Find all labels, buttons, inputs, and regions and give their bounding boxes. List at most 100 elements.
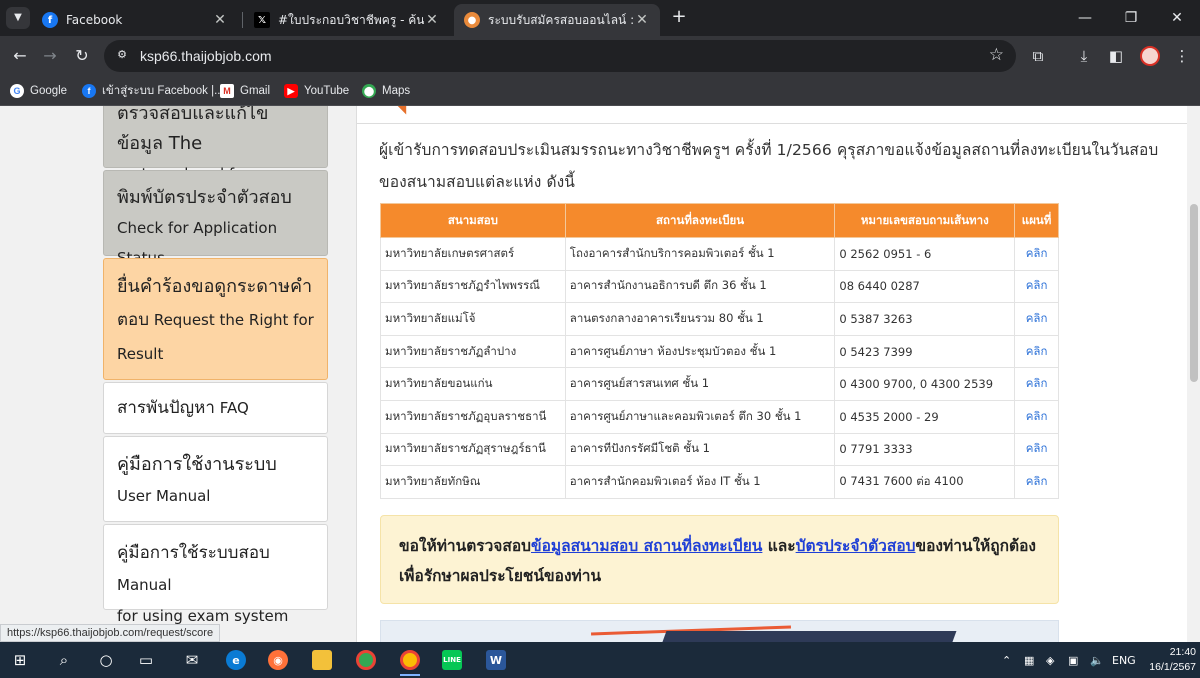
line-icon[interactable]: LINE [432, 644, 472, 676]
extensions-icon[interactable]: ⧉ [1026, 44, 1050, 68]
side-panel-icon[interactable]: ◧ [1104, 44, 1128, 68]
bookmark-label: YouTube [304, 85, 350, 97]
scrollbar-thumb[interactable] [1190, 204, 1198, 382]
tab-x-search[interactable]: 𝕏 #ใบประกอบวิชาชีพครู - ค้นหา / X ✕ [244, 4, 450, 36]
sidebar-item-label-cont: ตอบ [117, 310, 150, 330]
registration-place-cell: โถงอาคารสำนักบริการคอมพิวเตอร์ ชั้น 1 [564, 237, 836, 271]
network-icon[interactable]: ▦ [1024, 642, 1034, 678]
minimize-icon[interactable]: — [1062, 0, 1108, 36]
notice-box: ขอให้ท่านตรวจสอบข้อมูลสนามสอบ สถานที่ลงท… [380, 515, 1059, 604]
map-cell: คลิก [1014, 237, 1059, 271]
bookmark-gmail[interactable]: M Gmail [220, 81, 270, 101]
bookmark-google[interactable]: G Google [10, 81, 67, 101]
close-window-icon[interactable]: ✕ [1154, 0, 1200, 36]
divider [357, 123, 1187, 124]
map-link[interactable]: คลิก [1026, 278, 1048, 292]
file-explorer-icon[interactable] [302, 644, 342, 676]
sidebar-item-label: สารพันปัญหา [117, 398, 215, 418]
sidebar-item-faq[interactable]: สารพันปัญหา FAQ [103, 382, 328, 434]
map-link[interactable]: คลิก [1026, 376, 1048, 390]
windows-start-icon[interactable]: ⊞ [0, 644, 40, 676]
column-header: สนามสอบ [380, 203, 566, 238]
phone-cell: 08 6440 0287 [834, 269, 1016, 304]
bookmark-youtube[interactable]: ▶ YouTube [284, 81, 349, 101]
close-icon[interactable]: ✕ [212, 12, 228, 28]
word-icon[interactable]: W [476, 644, 516, 676]
new-tab-button[interactable]: + [668, 6, 690, 28]
map-link[interactable]: คลิก [1026, 409, 1048, 423]
venue-name-cell: มหาวิทยาลัยแม่โจ้ [380, 302, 566, 336]
bookmark-label: Gmail [240, 85, 271, 97]
venue-info-link[interactable]: ข้อมูลสนามสอบ สถานที่ลงทะเบียน [531, 537, 762, 555]
table-row: มหาวิทยาลัยขอนแก่น อาคารศูนย์สารสนเทศ ชั้… [380, 367, 1059, 401]
volume-icon[interactable]: 🔈 [1090, 642, 1104, 678]
profile-avatar[interactable] [1140, 46, 1160, 66]
table-row: มหาวิทยาลัยแม่โจ้ ลานตรงกลางอาคารเรียนรวม… [380, 302, 1059, 336]
url-text[interactable]: ksp66.thaijobjob.com [140, 40, 272, 72]
map-cell: คลิก [1014, 269, 1059, 304]
venue-name-cell: มหาวิทยาลัยราชภัฏรำไพพรรณี [380, 269, 566, 304]
edge-icon[interactable]: e [216, 644, 256, 676]
map-link[interactable]: คลิก [1026, 311, 1048, 325]
registration-place-cell: อาคารศูนย์ภาษา ห้องประชุมบัวตอง ชั้น 1 [564, 334, 836, 369]
back-arrow-icon[interactable]: ← [8, 44, 32, 68]
mail-icon[interactable]: ✉ [172, 644, 212, 676]
system-clock[interactable]: 21:40 16/1/2567 [1140, 645, 1196, 675]
map-link[interactable]: คลิก [1026, 344, 1048, 358]
tab-search-chevron-icon[interactable]: ▼ [6, 7, 30, 29]
sidebar-item-label: คู่มือการใช้ระบบสอบ [117, 543, 270, 563]
map-cell: คลิก [1014, 334, 1059, 369]
notice-text: และ [762, 537, 796, 555]
sidebar-item-user-manual[interactable]: คู่มือการใช้งานระบบ User Manual [103, 436, 328, 522]
venue-name-cell: มหาวิทยาลัยราชภัฏลำปาง [380, 334, 566, 369]
close-icon[interactable]: ✕ [634, 12, 650, 28]
tab-facebook[interactable]: f Facebook ✕ [32, 4, 238, 36]
search-icon[interactable]: ⌕ [44, 644, 84, 676]
browser-toolbar: ← → ↻ ⚙ ksp66.thaijobjob.com ☆ ⧉ ⤓ ◧ ⋮ [0, 36, 1200, 76]
column-header: สถานที่ลงทะเบียน [564, 203, 836, 238]
task-view-icon[interactable]: ▭ [126, 644, 166, 676]
chrome-icon[interactable] [346, 644, 386, 676]
venue-name-cell: มหาวิทยาลัยราชภัฏสุราษฎร์ธานี [380, 432, 566, 467]
column-header: แผนที่ [1014, 203, 1059, 238]
tab-divider [242, 12, 243, 28]
show-hidden-icons-icon[interactable]: ⌃ [1002, 642, 1011, 678]
site-info-icon[interactable]: ⚙ [114, 48, 130, 64]
chrome-menu-icon[interactable]: ⋮ [1170, 44, 1194, 68]
map-link[interactable]: คลิก [1026, 441, 1048, 455]
cortana-icon[interactable]: ○ [86, 644, 126, 676]
address-bar[interactable]: ⚙ ksp66.thaijobjob.com ☆ [104, 40, 1016, 72]
chrome-profile-icon[interactable] [390, 644, 430, 676]
x-logo-icon: 𝕏 [254, 12, 270, 28]
sidebar-item-edit-info[interactable]: ตรวจสอบและแก้ไขข้อมูล The system closed … [103, 106, 328, 213]
venue-name-cell: มหาวิทยาลัยเกษตรศาสตร์ [380, 237, 566, 271]
close-icon[interactable]: ✕ [424, 12, 440, 28]
map-cell: คลิก [1014, 465, 1059, 499]
security-shield-icon[interactable]: ◈ [1046, 642, 1054, 678]
sidebar-item-label: คู่มือการใช้งานระบบ [117, 454, 277, 475]
language-indicator[interactable]: ENG [1112, 642, 1136, 678]
map-link[interactable]: คลิก [1026, 474, 1048, 488]
sidebar-item-print-exam-card[interactable]: พิมพ์บัตรประจำตัวสอบ Check for Applicati… [103, 170, 328, 267]
sidebar-item-exam-manual[interactable]: คู่มือการใช้ระบบสอบ Manual for using exa… [103, 524, 328, 625]
bookmark-maps[interactable]: ⬤ Maps [362, 81, 410, 101]
download-icon[interactable]: ⤓ [1072, 44, 1096, 68]
bookmark-facebook-login[interactable]: f เข้าสู่ระบบ Facebook |... [82, 81, 224, 101]
tab-exam-registration[interactable]: ● ระบบรับสมัครสอบออนไลน์ :: สำนักงาน ✕ [454, 4, 660, 36]
forward-arrow-icon[interactable]: → [38, 44, 62, 68]
sidebar-item-request-answer-sheet[interactable]: ยื่นคำร้องขอดูกระดาษคำ ตอบ Request the R… [103, 258, 328, 380]
firefox-icon[interactable]: ◉ [258, 644, 298, 676]
display-icon[interactable]: ▣ [1068, 642, 1078, 678]
facebook-icon: f [42, 12, 58, 28]
clock-time: 21:40 [1169, 646, 1196, 658]
bookmark-star-icon[interactable]: ☆ [989, 45, 1004, 65]
map-cell: คลิก [1014, 399, 1059, 434]
page-scrollbar[interactable] [1187, 106, 1200, 642]
reload-icon[interactable]: ↻ [70, 44, 94, 68]
restore-icon[interactable]: ❐ [1108, 0, 1154, 36]
exam-card-link[interactable]: บัตรประจำตัวสอบ [796, 537, 916, 555]
map-link[interactable]: คลิก [1026, 246, 1048, 260]
table-row: มหาวิทยาลัยราชภัฏลำปาง อาคารศูนย์ภาษา ห้อ… [380, 334, 1059, 369]
sidebar-item-label: ยื่นคำร้องขอดูกระดาษคำ [117, 276, 313, 297]
venue-name-cell: มหาวิทยาลัยทักษิณ [380, 465, 566, 499]
